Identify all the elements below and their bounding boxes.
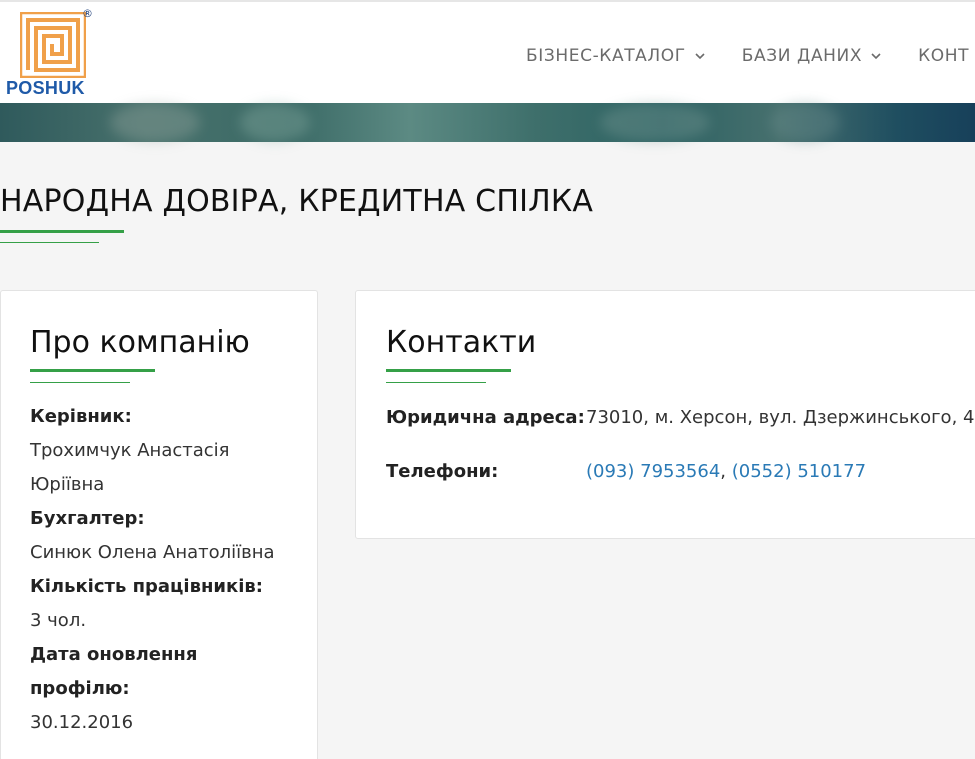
- chevron-down-icon: [695, 53, 705, 60]
- contacts-title-underline-thin: [386, 382, 486, 383]
- nav-item-business-catalog[interactable]: БІЗНЕС-КАТАЛОГ: [526, 44, 707, 68]
- nav-item-label: КОНТ: [918, 46, 970, 66]
- site-header: ® POSHUK БІЗНЕС-КАТАЛОГ БАЗИ ДАНИХ КОНТ: [0, 0, 975, 103]
- updated-label: Дата оновлення профілю:: [30, 644, 198, 699]
- site-logo[interactable]: ® POSHUK: [6, 8, 96, 100]
- nav-item-label: БАЗИ ДАНИХ: [741, 46, 863, 66]
- poshuk-logo-icon: [20, 12, 86, 78]
- phones-row: Телефони:: [386, 461, 498, 482]
- title-underline: [0, 230, 124, 233]
- registered-mark: ®: [82, 7, 93, 20]
- main-nav: БІЗНЕС-КАТАЛОГ БАЗИ ДАНИХ КОНТ: [526, 44, 975, 68]
- contacts-title: Контакти: [386, 325, 537, 360]
- address-value: 73010, м. Херсон, вул. Дзержинського, 45: [586, 407, 975, 428]
- director-label: Керівник:: [30, 406, 132, 427]
- phones-value-row: (093) 7953564, (0552) 510177: [586, 461, 866, 482]
- page-title: НАРОДНА ДОВІРА, КРЕДИТНА СПІЛКА: [0, 184, 594, 219]
- updated-value: 30.12.2016: [30, 712, 134, 733]
- phones-label: Телефони:: [386, 461, 499, 482]
- employees-label: Кількість працівників:: [30, 576, 263, 597]
- banner-light-spot: [770, 103, 840, 142]
- accountant-value: Синюк Олена Анатоліївна: [30, 542, 275, 563]
- banner-light-spot: [600, 103, 710, 142]
- about-company-title: Про компанію: [30, 325, 250, 360]
- logo-text: POSHUK: [6, 78, 85, 98]
- director-value: Трохимчук Анастасія Юріївна: [30, 440, 230, 495]
- about-title-underline-thin: [30, 382, 130, 383]
- title-underline-thin: [0, 242, 99, 243]
- company-info-list: Керівник: Трохимчук Анастасія Юріївна Бу…: [30, 400, 300, 740]
- banner-light-spot: [110, 103, 200, 142]
- contacts-title-underline: [386, 369, 511, 372]
- phone-link-1[interactable]: (093) 7953564: [586, 461, 720, 482]
- phone-link-2[interactable]: (0552) 510177: [732, 461, 866, 482]
- nav-item-label: БІЗНЕС-КАТАЛОГ: [526, 46, 686, 66]
- employees-value: 3 чол.: [30, 610, 87, 631]
- about-title-underline: [30, 369, 155, 372]
- nav-item-contacts[interactable]: КОНТ: [918, 44, 969, 68]
- address-value-row: 73010, м. Херсон, вул. Дзержинського, 45: [586, 407, 975, 428]
- accountant-label: Бухгалтер:: [30, 508, 145, 529]
- address-row: Юридична адреса:: [386, 407, 585, 428]
- chevron-down-icon: [871, 53, 881, 60]
- phone-separator: ,: [720, 461, 732, 482]
- nav-item-databases[interactable]: БАЗИ ДАНИХ: [742, 44, 883, 68]
- banner-light-spot: [240, 103, 310, 142]
- header-banner: [0, 103, 975, 142]
- address-label: Юридична адреса:: [386, 407, 585, 428]
